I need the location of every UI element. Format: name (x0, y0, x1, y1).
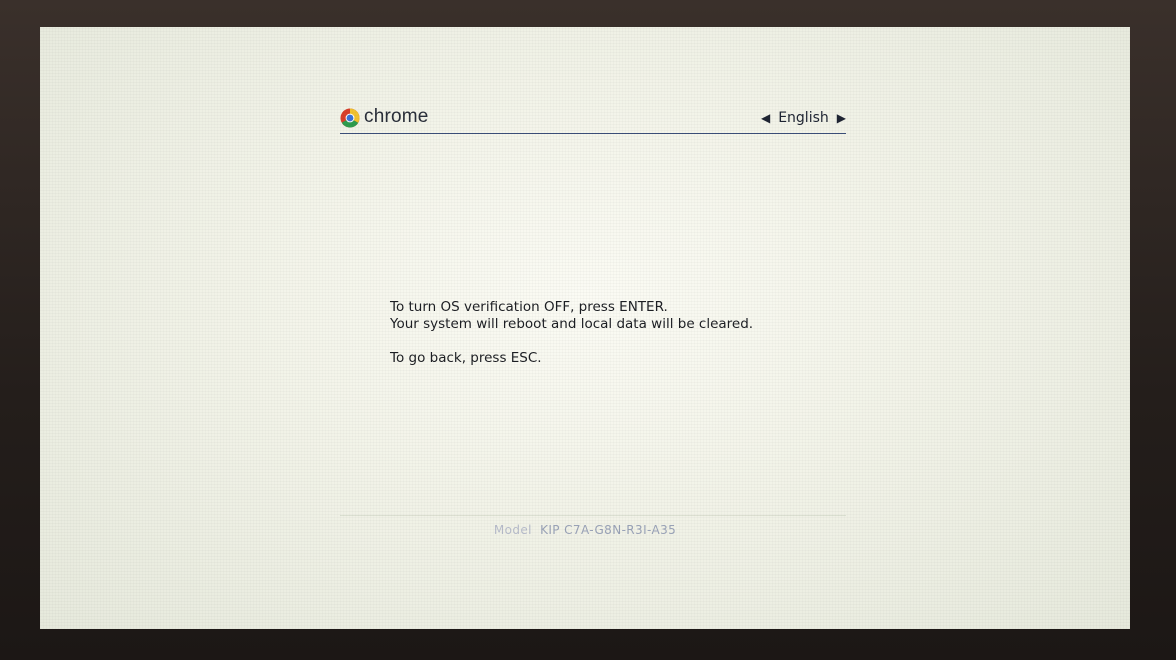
footer-divider (340, 515, 846, 516)
header-bar: chrome ◀ English ▶ (340, 105, 846, 134)
screen: chrome ◀ English ▶ To turn OS verificati… (40, 27, 1130, 629)
message-line-1: To turn OS verification OFF, press ENTER… (390, 299, 668, 315)
message-line-3: To go back, press ESC. (390, 350, 542, 366)
chrome-logo-icon (340, 108, 360, 128)
model-label: Model (493, 523, 532, 537)
message-line-2: Your system will reboot and local data w… (390, 316, 754, 332)
triangle-right-icon[interactable]: ▶ (837, 111, 846, 125)
model-info: Model KIP C7A-G8N-R3I-A35 (40, 523, 1130, 537)
model-value: KIP C7A-G8N-R3I-A35 (540, 523, 677, 537)
language-selector[interactable]: ◀ English ▶ (761, 109, 846, 127)
verification-message: To turn OS verification OFF, press ENTER… (390, 299, 753, 367)
chrome-brand-text: chrome (364, 106, 429, 127)
triangle-left-icon[interactable]: ◀ (761, 111, 770, 125)
language-label: English (778, 110, 829, 126)
